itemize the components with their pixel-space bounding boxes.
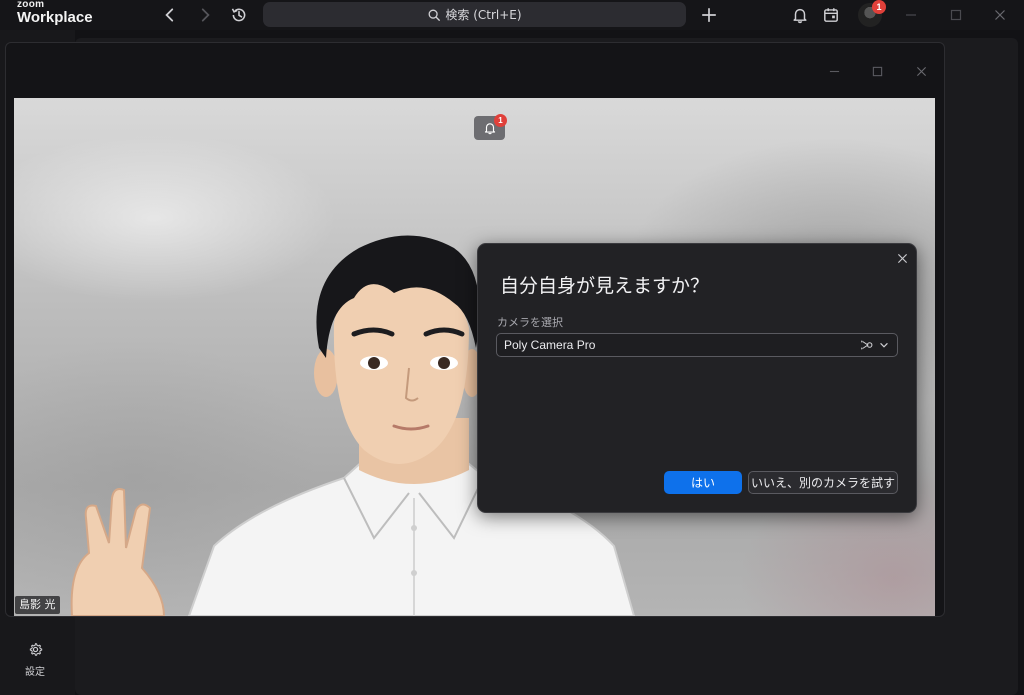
search-bar[interactable]: 検索 (Ctrl+E) <box>263 2 686 27</box>
sidebar-item-settings[interactable]: 設定 <box>12 642 58 678</box>
meeting-minimize-button[interactable] <box>826 63 842 79</box>
plus-icon <box>701 7 717 23</box>
minimize-icon <box>829 70 839 72</box>
gear-icon <box>29 643 42 656</box>
camera-select[interactable]: Poly Camera Pro <box>496 333 898 357</box>
close-icon <box>916 66 926 76</box>
bell-icon <box>793 8 807 24</box>
search-placeholder: 検索 (Ctrl+E) <box>445 8 522 22</box>
yes-button[interactable]: はい <box>664 471 742 494</box>
notifications-button[interactable] <box>789 4 811 26</box>
search-icon <box>428 9 441 21</box>
close-window-button[interactable] <box>991 6 1009 24</box>
try-another-camera-button[interactable]: いいえ、別のカメラを試す <box>748 471 898 494</box>
dialog-close-button[interactable] <box>894 250 910 266</box>
top-bar: zoom Workplace 検索 (Ctrl+E) 1 <box>0 0 1024 30</box>
participant-name-tag: 島影 光 <box>15 596 60 614</box>
history-button[interactable] <box>228 4 250 26</box>
calendar-icon <box>824 8 838 22</box>
camera-check-dialog: 自分自身が見えますか？ カメラを選択 Poly Camera Pro はい いい… <box>477 243 917 513</box>
back-button[interactable] <box>159 4 181 26</box>
maximize-icon <box>950 9 962 21</box>
camera-select-value: Poly Camera Pro <box>504 338 596 352</box>
maximize-icon <box>872 66 882 76</box>
new-button[interactable] <box>698 4 720 26</box>
meeting-close-button[interactable] <box>913 63 929 79</box>
calendar-button[interactable] <box>820 4 842 26</box>
camera-select-label: カメラを選択 <box>497 316 563 329</box>
chevron-down-icon <box>880 343 888 348</box>
app-logo: zoom Workplace <box>17 0 93 25</box>
logo-workplace-text: Workplace <box>17 9 93 26</box>
minimize-icon <box>906 14 916 16</box>
chevron-left-icon <box>165 8 174 22</box>
camera-switch-icon <box>861 340 873 350</box>
close-icon <box>897 253 907 263</box>
dialog-title: 自分自身が見えますか？ <box>500 275 710 297</box>
settings-label: 設定 <box>25 667 45 678</box>
avatar-badge: 1 <box>872 0 886 14</box>
close-icon <box>995 10 1005 20</box>
forward-button[interactable] <box>194 4 216 26</box>
history-icon <box>231 8 246 22</box>
minimize-button[interactable] <box>902 6 920 24</box>
chevron-right-icon <box>201 8 210 22</box>
meeting-notification-badge: 1 <box>494 114 507 127</box>
maximize-button[interactable] <box>947 6 965 24</box>
meeting-maximize-button[interactable] <box>869 63 885 79</box>
